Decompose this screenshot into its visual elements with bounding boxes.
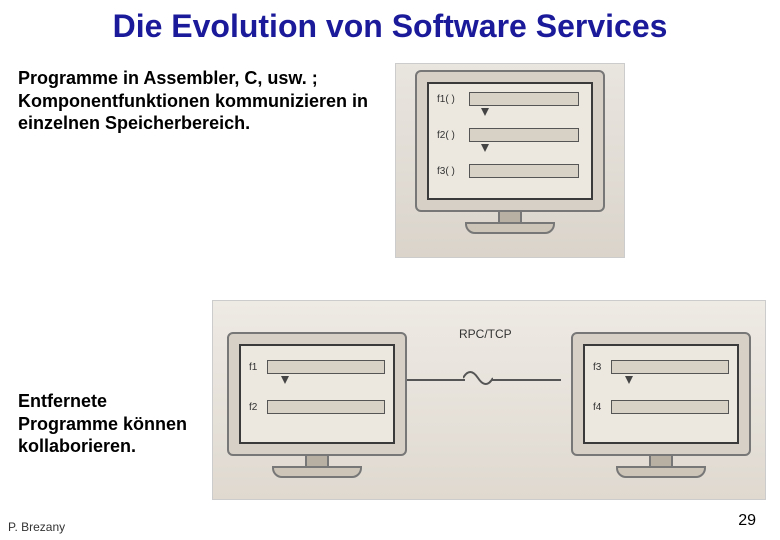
- arrow-down-icon: [281, 376, 289, 384]
- function-box: [469, 164, 579, 178]
- arrow-down-icon: [481, 144, 489, 152]
- function-label: f3: [593, 362, 601, 373]
- function-label: f2: [249, 402, 257, 413]
- paragraph-2: Entfernete Programme können kollaboriere…: [18, 390, 198, 458]
- function-box: [267, 360, 385, 374]
- arrow-down-icon: [481, 108, 489, 116]
- footer-author: P. Brezany: [8, 520, 65, 534]
- rpc-label: RPC/TCP: [459, 327, 512, 341]
- monitor-right-icon: f3 f4: [571, 332, 751, 478]
- function-label: f2( ): [437, 130, 455, 141]
- footer-page-number: 29: [738, 512, 756, 530]
- arrow-down-icon: [625, 376, 633, 384]
- function-box: [611, 360, 729, 374]
- slide-title: Die Evolution von Software Services: [0, 0, 780, 51]
- monitor-icon: f1( ) f2( ) f3( ): [415, 70, 605, 234]
- figure-1: f1( ) f2( ) f3( ): [395, 63, 625, 258]
- function-label: f3( ): [437, 166, 455, 177]
- connector-line-icon: [491, 379, 561, 381]
- connector-line-icon: [407, 379, 465, 381]
- row-1: Programme in Assembler, C, usw. ; Kompon…: [0, 51, 780, 258]
- function-box: [267, 400, 385, 414]
- paragraph-1: Programme in Assembler, C, usw. ; Kompon…: [18, 63, 373, 258]
- function-label: f1: [249, 362, 257, 373]
- function-box: [469, 128, 579, 142]
- function-label: f1( ): [437, 94, 455, 105]
- function-box: [469, 92, 579, 106]
- figure-2: f1 f2 f3 f4 RPC/TCP: [212, 300, 766, 500]
- monitor-left-icon: f1 f2: [227, 332, 407, 478]
- function-label: f4: [593, 402, 601, 413]
- wave-icon: [463, 369, 493, 387]
- function-box: [611, 400, 729, 414]
